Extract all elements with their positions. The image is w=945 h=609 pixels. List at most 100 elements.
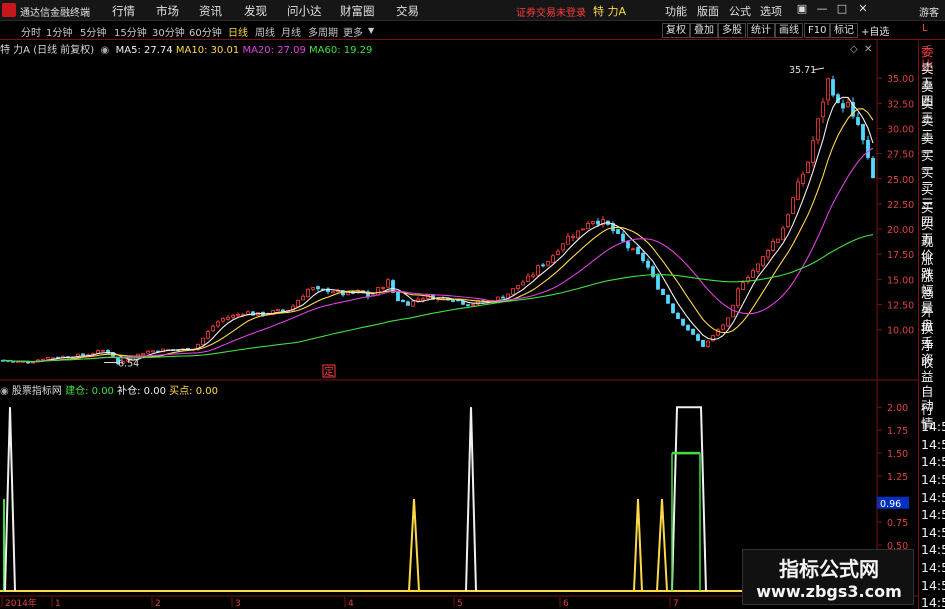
event-marker-label: 定 [324, 365, 334, 378]
candle-body [566, 235, 570, 245]
candle-body [581, 228, 585, 231]
candle-body [206, 331, 210, 339]
time-tick-label: 2 [155, 599, 161, 609]
candle-body [231, 315, 235, 318]
candle-body [416, 298, 420, 302]
candle-body [686, 324, 690, 331]
candle-body [221, 318, 225, 322]
candle-body [536, 265, 540, 276]
candle-body [396, 291, 400, 302]
indicator-tick-label: 1.50 [887, 449, 908, 460]
candle-body [41, 358, 45, 361]
tick-row-7[interactable]: 14:50 [921, 508, 945, 522]
candle-body [561, 243, 565, 251]
tick-row-2[interactable]: 14:50 [921, 420, 945, 434]
candlestick-series [1, 75, 875, 366]
candle-body [691, 328, 695, 335]
candle-body [791, 197, 795, 214]
tick-row-9[interactable]: 14:50 [921, 543, 945, 557]
candle-body [806, 161, 810, 173]
candle-body [701, 339, 705, 347]
candle-body [16, 361, 20, 363]
maidian-pulse [408, 499, 420, 592]
indicator-tick-label: 2.00 [887, 403, 908, 414]
candle-body [866, 139, 870, 158]
candle-body [576, 230, 580, 239]
candle-body [451, 300, 455, 302]
bucang-pulse [671, 406, 707, 592]
chart-canvas[interactable]: ◇ ✕ 35.0032.5030.0027.5025.0022.5020.0017… [0, 0, 918, 609]
candle-body [721, 324, 725, 330]
price-axis: 35.00 32.50 30.00 27.50 25.00 22.50 20.00 17.50… [877, 74, 914, 337]
tick-row-11[interactable]: 14:50 [921, 578, 945, 593]
quote-label-18[interactable]: 收益 [921, 356, 945, 384]
price-tick-label: 35.00 [887, 74, 914, 85]
candle-body [146, 350, 150, 354]
guest-label[interactable]: 游客 [919, 4, 939, 19]
candle-body [101, 349, 105, 352]
tick-row-3[interactable]: 14:50 [921, 437, 945, 452]
time-tick-label: 5 [457, 599, 463, 609]
candle-body [761, 256, 765, 266]
candle-body [81, 353, 85, 356]
candle-body [301, 295, 305, 301]
candle-body [331, 291, 335, 294]
candle-body [296, 299, 300, 308]
tick-row-4[interactable]: 14:50 [921, 455, 945, 469]
candle-body [631, 248, 635, 251]
time-tick-label: 1 [55, 599, 61, 609]
watermark-banner: 指标公式网 www.zbgs3.com [742, 549, 914, 605]
price-tick-label: 12.50 [887, 301, 914, 312]
candle-body [811, 140, 815, 163]
maidian-pulse [633, 499, 643, 592]
price-tick-label: 17.50 [887, 250, 914, 261]
bucang-pulse [4, 407, 16, 592]
candle-body [306, 288, 310, 298]
candle-body [501, 296, 505, 299]
quote-side-panel: 委比 卖五 卖四 卖三 卖二 卖一 买一 买二 买三 买四 买五 现价 涨跌 涨幅 总量 外盘 换手 净资 收益 自动… [918, 41, 945, 609]
candle-body [741, 282, 745, 290]
candle-body [151, 350, 155, 353]
bucang-pulse [465, 407, 477, 592]
maidian-pulse [656, 499, 668, 592]
candle-body [796, 181, 800, 200]
high-price-label: 35.71 [789, 65, 816, 76]
candle-body [661, 288, 665, 296]
indicator-tick-label: 0.96 [880, 499, 901, 510]
candle-body [626, 241, 630, 249]
indicator-tick-label: 1.75 [887, 426, 908, 437]
candle-body [526, 275, 530, 282]
candle-body [556, 250, 560, 255]
candle-body [511, 288, 515, 295]
candle-body [641, 252, 645, 262]
tick-row-5[interactable]: 14:50 [921, 473, 945, 487]
candle-body [681, 318, 685, 326]
candle-body [401, 299, 405, 303]
ma20-line [2, 147, 874, 363]
indicator-tick-label: 1.25 [887, 472, 908, 483]
tick-row-10[interactable]: 14:50 [921, 561, 945, 575]
candle-body [516, 285, 520, 289]
tick-row-12[interactable]: 14:50 [921, 596, 945, 609]
watermark-url: www.zbgs3.com [756, 582, 902, 601]
candle-body [411, 300, 415, 307]
moving-average-lines [2, 96, 874, 363]
candle-body [406, 301, 410, 306]
tick-row-6[interactable]: 14:50 [921, 490, 945, 505]
candle-body [756, 263, 760, 272]
candle-body [841, 103, 845, 109]
candle-body [751, 270, 755, 278]
price-tick-label: 10.00 [887, 326, 914, 337]
side-panel-label[interactable]: L [922, 23, 928, 34]
candle-body [421, 298, 425, 301]
candle-body [586, 223, 590, 230]
candle-body [646, 260, 650, 268]
time-tick-label: 6 [563, 599, 569, 609]
tick-row-8[interactable]: 14:50 [921, 525, 945, 540]
candle-body [621, 233, 625, 242]
low-price-label: 6.54 [118, 359, 139, 370]
chart-close-icon: ✕ [864, 44, 872, 55]
candle-body [616, 229, 620, 234]
candle-body [216, 321, 220, 327]
candle-body [591, 221, 595, 224]
